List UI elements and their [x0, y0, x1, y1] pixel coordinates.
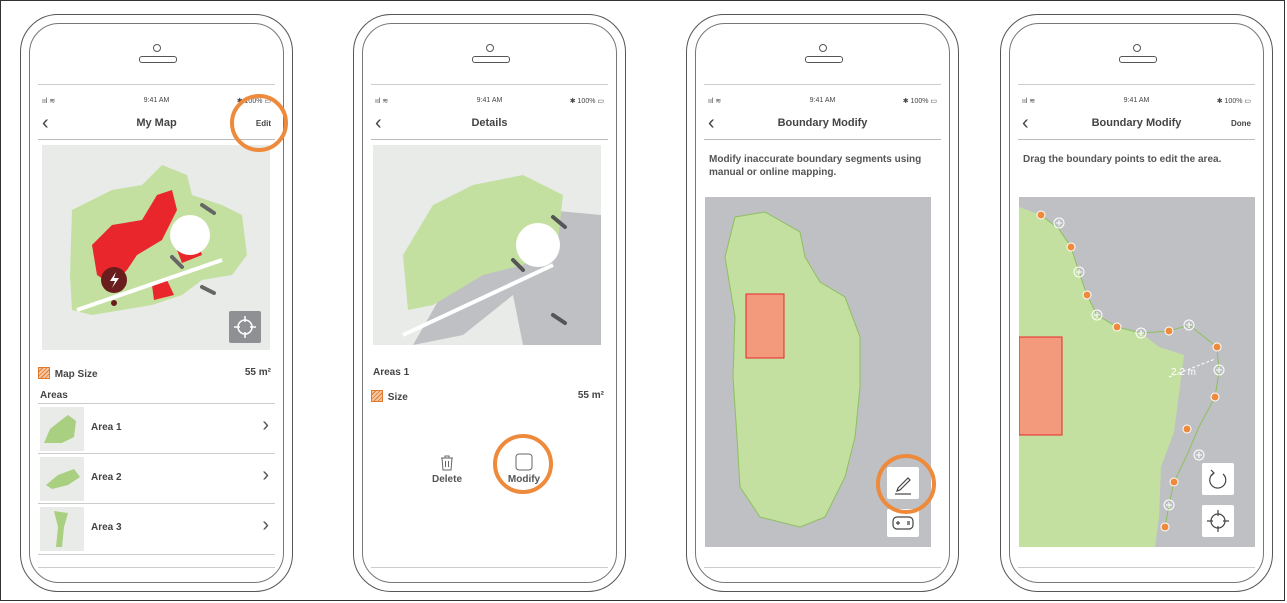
battery-icon: ✱ 100% ▭	[569, 98, 604, 105]
map-view[interactable]	[42, 145, 270, 350]
camera-icon	[1132, 44, 1141, 52]
size-row: Size 55 m²	[371, 390, 608, 403]
size-label: Size	[387, 392, 408, 403]
boundary-edit-map[interactable]: 2.2 m	[1019, 197, 1255, 547]
highlight-circle	[876, 454, 936, 514]
area-swatch-icon	[371, 390, 383, 402]
screen-details: ııl ≋ 9:41 AM ✱ 100% ▭ ‹ Details Areas 1…	[371, 84, 608, 568]
done-button[interactable]: Done	[1231, 119, 1251, 128]
speaker-icon	[138, 56, 177, 63]
area-thumbnail	[40, 457, 84, 501]
battery-icon: ✱ 100% ▭	[902, 98, 937, 105]
page-title: Boundary Modify	[1091, 117, 1182, 129]
nav-bar: ‹ Details	[371, 111, 608, 140]
list-item-area-1[interactable]: Area 1 ›	[38, 403, 275, 454]
map-size-row: Map Size 55 m²	[38, 367, 275, 380]
map-view[interactable]	[373, 145, 601, 345]
chevron-right-icon: ›	[262, 414, 269, 436]
delete-button[interactable]: Delete	[427, 455, 467, 485]
area-thumbnail	[40, 407, 84, 451]
chevron-right-icon: ›	[262, 514, 269, 536]
instructions-text: Modify inaccurate boundary segments usin…	[709, 154, 922, 178]
battery-icon: ✱ 100% ▭	[1216, 98, 1251, 105]
undo-icon	[1209, 469, 1227, 489]
areas-heading: Areas	[40, 390, 68, 401]
area-label: Area 1	[91, 422, 122, 433]
camera-icon	[152, 44, 161, 52]
page-title: Details	[471, 117, 508, 129]
crosshair-icon	[1207, 510, 1229, 532]
area-thumbnail	[40, 507, 84, 551]
nav-bar: ‹ Boundary Modify	[704, 111, 941, 140]
status-bar: ııl ≋ 9:41 AM ✱ 100% ▭	[704, 97, 941, 109]
phone-details: ııl ≋ 9:41 AM ✱ 100% ▭ ‹ Details Areas 1…	[353, 14, 626, 592]
instructions-text: Drag the boundary points to edit the are…	[1023, 154, 1222, 165]
list-item-area-2[interactable]: Area 2 ›	[38, 453, 275, 504]
speaker-icon	[804, 56, 843, 63]
locate-button[interactable]	[1202, 505, 1234, 537]
nav-bar: ‹ Boundary Modify Done	[1018, 111, 1255, 140]
camera-icon	[485, 44, 494, 52]
status-bar: ııl ≋ 9:41 AM ✱ 100% ▭	[371, 97, 608, 109]
locate-button[interactable]	[229, 311, 261, 343]
page-title: Boundary Modify	[777, 117, 868, 129]
phone-my-map: ııl ≋ 9:41 AM ✱ 100% ▭ ‹ My Map Edit Map…	[20, 14, 293, 592]
highlight-circle	[230, 94, 288, 152]
area-swatch-icon	[38, 367, 50, 379]
highlight-circle	[493, 434, 553, 494]
area-label: Area 3	[91, 522, 122, 533]
status-bar: ııl ≋ 9:41 AM ✱ 100% ▭	[1018, 97, 1255, 109]
phone-boundary-modify: ııl ≋ 9:41 AM ✱ 100% ▭ ‹ Boundary Modify…	[686, 14, 959, 592]
area-label: Area 2	[91, 472, 122, 483]
phone-boundary-edit: ııl ≋ 9:41 AM ✱ 100% ▭ ‹ Boundary Modify…	[1000, 14, 1273, 592]
map-zoomed-graphic	[402, 175, 601, 345]
camera-icon	[818, 44, 827, 52]
list-item-area-3[interactable]: Area 3 ›	[38, 503, 275, 555]
map-size-value: 55 m²	[244, 367, 271, 378]
speaker-icon	[1118, 56, 1157, 63]
screen-my-map: ııl ≋ 9:41 AM ✱ 100% ▭ ‹ My Map Edit Map…	[38, 84, 275, 568]
delete-label: Delete	[431, 474, 462, 485]
speaker-icon	[471, 56, 510, 63]
distance-label: 2.2 m	[1171, 367, 1197, 378]
screen-boundary-edit: ııl ≋ 9:41 AM ✱ 100% ▭ ‹ Boundary Modify…	[1018, 84, 1255, 568]
area-name: Areas 1	[373, 367, 410, 378]
trash-icon	[441, 455, 453, 471]
size-value: 55 m²	[577, 390, 604, 401]
crosshair-icon	[234, 316, 256, 338]
map-size-label: Map Size	[54, 369, 98, 380]
chevron-right-icon: ›	[262, 464, 269, 486]
undo-button[interactable]	[1202, 463, 1234, 495]
